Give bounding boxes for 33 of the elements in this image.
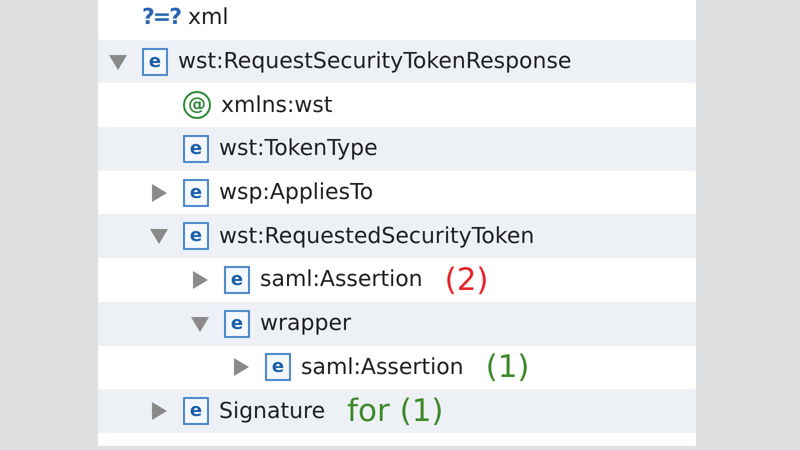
element-icon: e bbox=[224, 266, 250, 294]
collapse-triangle-icon[interactable] bbox=[149, 226, 169, 246]
node-label: wsp:AppliesTo bbox=[219, 180, 374, 206]
tree-row[interactable]: e wrapper bbox=[98, 302, 696, 346]
expand-triangle-icon[interactable] bbox=[231, 357, 251, 378]
tree-row[interactable]: e wst:RequestSecurityTokenResponse bbox=[98, 40, 696, 84]
element-icon: e bbox=[183, 397, 209, 426]
node-label: xmlns:wst bbox=[221, 92, 332, 118]
annotation: (2) bbox=[444, 262, 489, 298]
tree-row[interactable]: e wst:TokenType bbox=[98, 127, 696, 171]
annotation: for (1) bbox=[347, 393, 444, 430]
tree-row[interactable]: e wst:RequestedSecurityToken bbox=[98, 214, 696, 258]
element-icon: e bbox=[183, 134, 209, 163]
node-label: saml:Assertion bbox=[301, 354, 464, 380]
node-label: saml:Assertion bbox=[260, 267, 423, 292]
attribute-icon: @ bbox=[183, 91, 211, 120]
expand-triangle-icon[interactable] bbox=[149, 401, 169, 422]
node-label: wst:RequestedSecurityToken bbox=[219, 224, 534, 249]
node-label: wst:RequestSecurityTokenResponse bbox=[178, 49, 572, 74]
expand-triangle-icon[interactable] bbox=[149, 182, 169, 203]
tree-row[interactable]: e Signature for (1) bbox=[98, 389, 696, 433]
node-label: xml bbox=[188, 5, 229, 30]
annotation: (1) bbox=[486, 349, 530, 386]
element-icon: e bbox=[265, 353, 291, 382]
instruction-icon: ?=? bbox=[142, 5, 180, 30]
expand-triangle-icon[interactable] bbox=[190, 270, 210, 290]
element-icon: e bbox=[142, 48, 168, 76]
node-label: wst:TokenType bbox=[219, 136, 378, 162]
element-icon: e bbox=[224, 310, 250, 338]
element-icon: e bbox=[183, 222, 209, 250]
node-label: Signature bbox=[219, 398, 326, 424]
element-icon: e bbox=[183, 178, 209, 207]
node-label: wrapper bbox=[260, 311, 352, 336]
